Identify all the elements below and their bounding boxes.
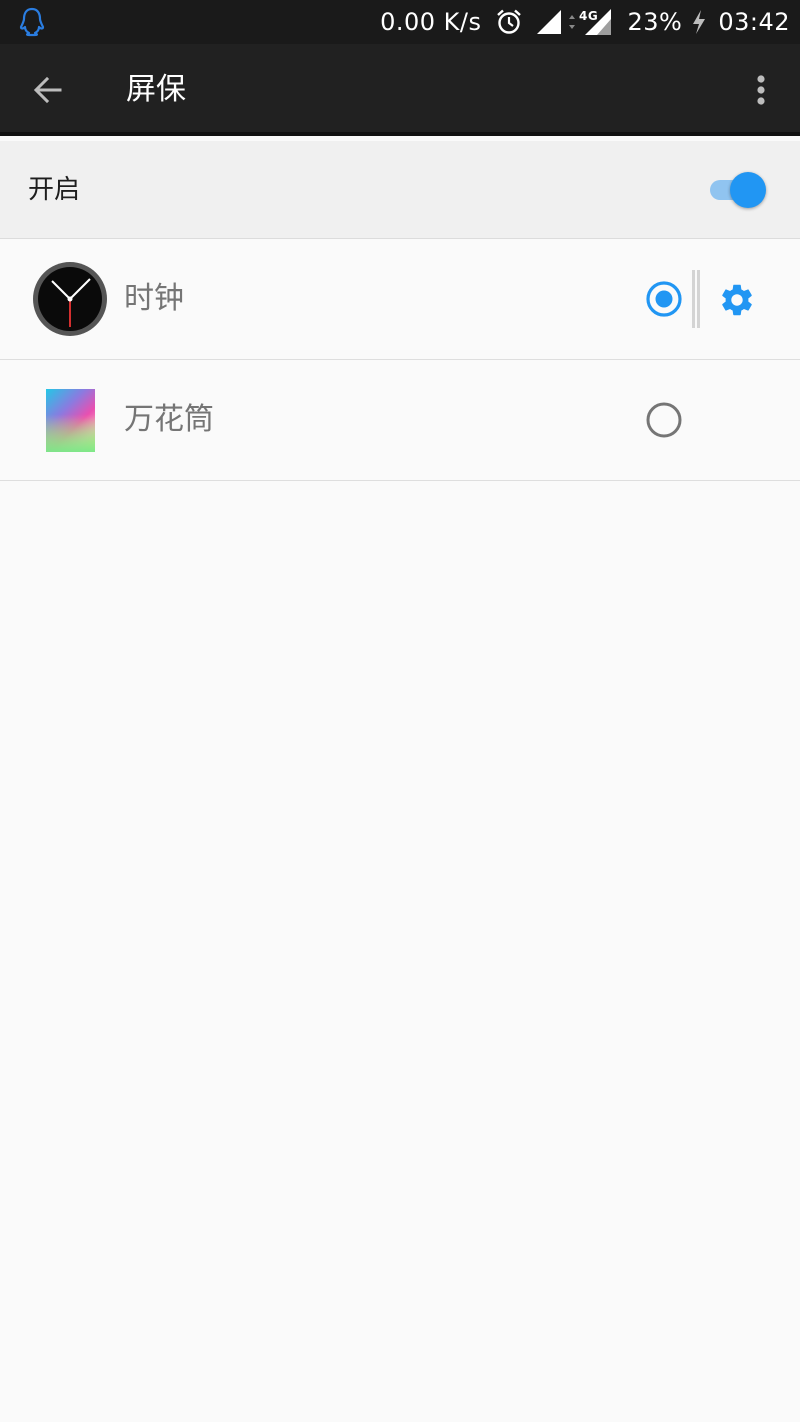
option-row-clock[interactable]: 时钟 <box>0 239 800 360</box>
back-arrow-icon[interactable] <box>30 72 66 108</box>
kaleidoscope-icon <box>46 389 95 452</box>
enable-row[interactable]: 开启 <box>0 141 800 239</box>
option-label: 时钟 <box>124 281 184 316</box>
charging-icon <box>693 10 706 34</box>
enable-toggle[interactable] <box>710 172 766 208</box>
radio-selected[interactable] <box>645 280 683 318</box>
option-label: 万花筒 <box>124 402 214 437</box>
qq-icon <box>19 7 45 37</box>
divider <box>692 270 700 328</box>
clock-icon <box>33 262 107 336</box>
page-title: 屏保 <box>126 72 186 107</box>
signal-4g-icon: 4G <box>579 9 612 35</box>
radio-unselected[interactable] <box>645 401 683 439</box>
net-speed: 0.00 K/s <box>380 8 482 36</box>
app-bar: 屏保 <box>0 44 800 136</box>
enable-label: 开启 <box>28 175 81 205</box>
gear-icon[interactable] <box>718 281 756 319</box>
data-arrows-icon <box>569 15 576 29</box>
signal-icon <box>537 10 562 34</box>
toggle-thumb <box>730 172 766 208</box>
battery-level: 23% <box>627 8 683 36</box>
status-bar: 0.00 K/s 4G 23% 03:42 <box>0 0 800 44</box>
more-vert-icon[interactable] <box>746 72 776 108</box>
status-time: 03:42 <box>718 8 790 36</box>
option-row-kaleidoscope[interactable]: 万花筒 <box>0 360 800 481</box>
svg-text:4G: 4G <box>579 9 598 23</box>
alarm-icon <box>497 9 522 34</box>
